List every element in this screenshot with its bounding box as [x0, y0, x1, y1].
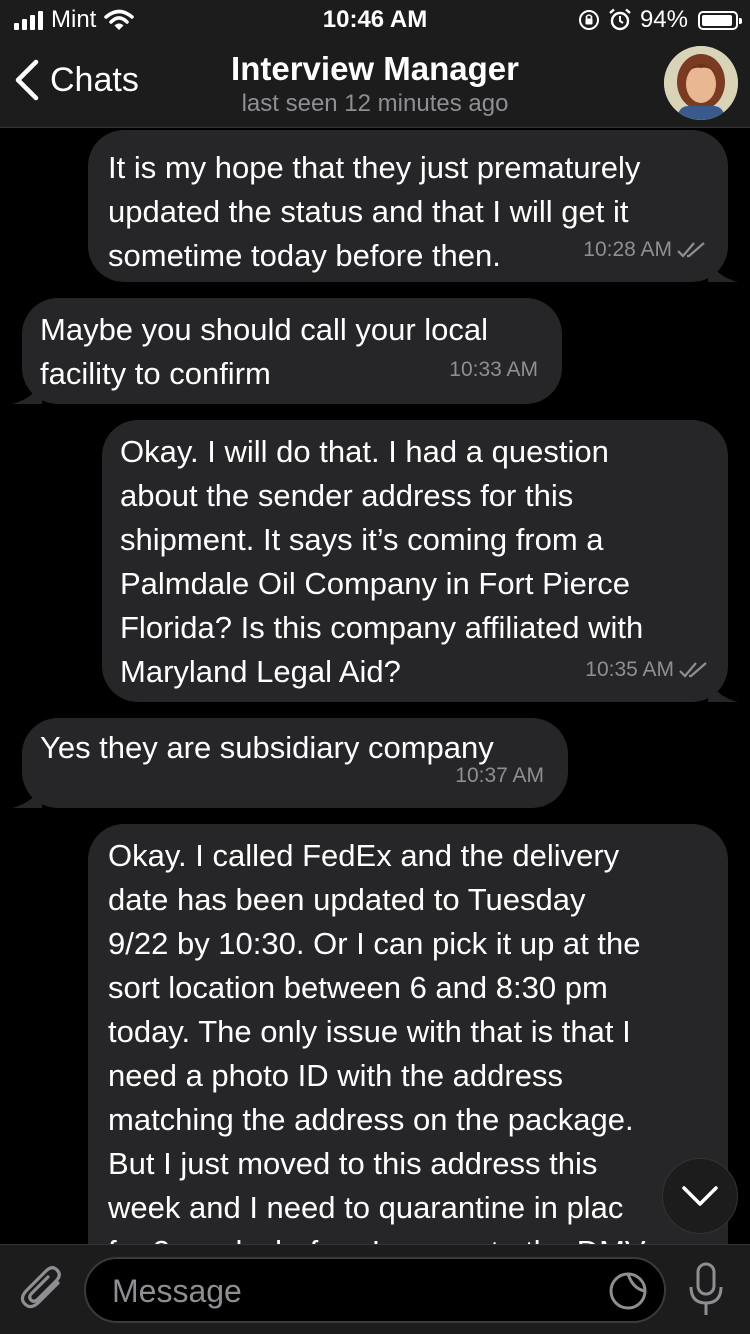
sticker-icon[interactable] — [608, 1271, 648, 1311]
title-block[interactable]: Interview Manager last seen 12 minutes a… — [150, 50, 600, 118]
message-field — [84, 1257, 666, 1323]
bubble-tail — [708, 676, 738, 702]
message-bubble-outgoing[interactable]: Okay. I called FedEx and the delivery da… — [88, 824, 728, 1244]
back-label: Chats — [50, 60, 139, 99]
message-time: 10:37 AM — [455, 764, 544, 787]
avatar[interactable] — [664, 46, 738, 120]
bubble-tail — [12, 782, 42, 808]
message-time: 10:28 AM — [583, 238, 672, 261]
status-left: Mint — [14, 6, 135, 34]
battery-fill — [702, 14, 733, 26]
scroll-to-bottom-button[interactable] — [662, 1158, 738, 1234]
message-time: 10:33 AM — [449, 358, 538, 381]
back-button[interactable]: Chats — [14, 58, 139, 102]
message-time: 10:35 AM — [585, 658, 674, 681]
microphone-icon[interactable] — [686, 1261, 726, 1319]
bubble-tail — [12, 378, 42, 404]
message-bubble-outgoing[interactable]: Okay. I will do that. I had a question a… — [102, 420, 738, 702]
message-bubble-incoming[interactable]: Yes they are subsidiary company 10:37 AM — [12, 718, 568, 808]
double-check-icon — [679, 662, 707, 678]
status-right: 94% — [578, 6, 742, 34]
paperclip-icon[interactable] — [20, 1263, 66, 1315]
wifi-icon — [104, 9, 135, 30]
battery-icon — [698, 10, 742, 30]
alarm-icon — [609, 8, 631, 31]
battery-percent: 94% — [639, 6, 688, 33]
message-list[interactable]: It is my hope that they just prematurely… — [0, 128, 750, 1244]
avatar-photo — [664, 46, 738, 120]
signal-icon — [14, 10, 43, 30]
double-check-icon — [677, 242, 705, 258]
last-seen-status: last seen 12 minutes ago — [241, 90, 509, 117]
chevron-down-icon — [682, 1186, 718, 1206]
orientation-lock-icon — [578, 10, 599, 30]
chat-title: Interview Manager — [231, 50, 519, 87]
bubble-tail — [708, 256, 738, 282]
carrier-name: Mint — [51, 6, 97, 33]
message-bubble-incoming[interactable]: Maybe you should call your local facilit… — [12, 298, 562, 404]
message-input[interactable] — [110, 1267, 584, 1315]
status-bar: Mint 10:46 AM 94% — [0, 0, 750, 40]
composer-bar — [0, 1244, 750, 1334]
message-text: Okay. I called FedEx and the delivery da… — [108, 838, 646, 1244]
chat-header: Chats Interview Manager last seen 12 min… — [0, 40, 750, 128]
message-bubble-outgoing[interactable]: It is my hope that they just prematurely… — [88, 130, 738, 282]
back-chevron-icon — [15, 59, 39, 101]
